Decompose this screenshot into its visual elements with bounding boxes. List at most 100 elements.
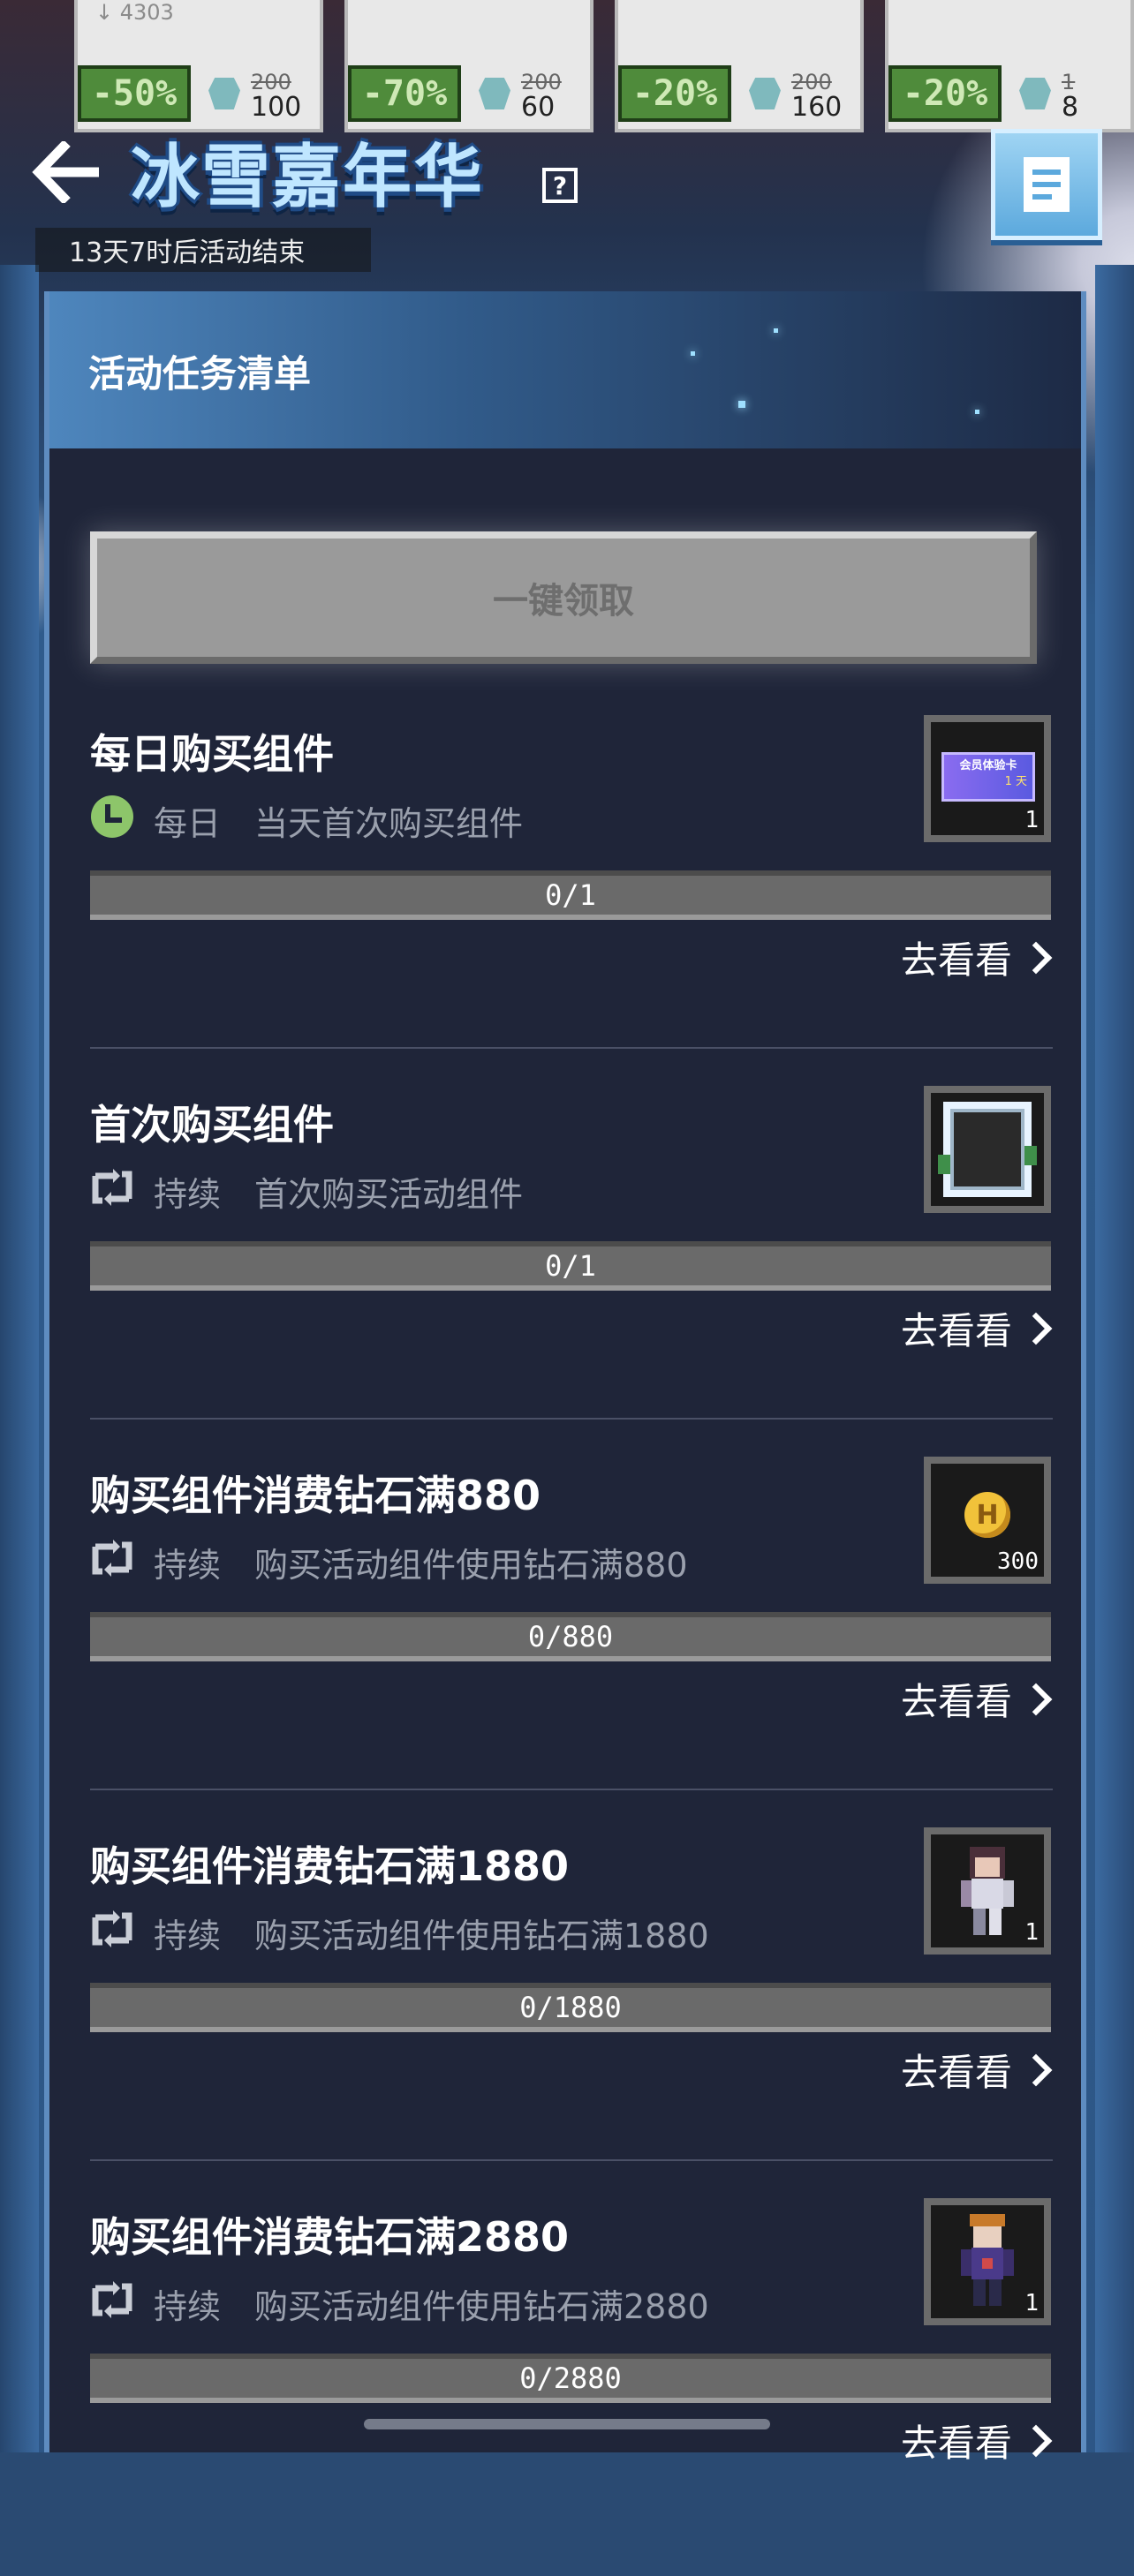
task-title: 购买组件消费钻石满1880 (90, 1842, 570, 1890)
progress-text: 0/1 (545, 878, 596, 912)
task-description: 购买活动组件使用钻石满880 (254, 1546, 688, 1585)
reward-slot[interactable]: H 300 (924, 1457, 1051, 1584)
go-view-label: 去看看 (900, 938, 1012, 982)
repeat-icon (92, 1540, 132, 1577)
daily-clock-icon (91, 795, 133, 838)
task-divider (90, 2159, 1053, 2161)
go-view-button[interactable]: 去看看 (900, 1301, 1053, 1355)
store-strip: ↓ 4303 -50% 200 100 -70% 200 60 -20% 200… (0, 0, 1134, 132)
gold-coin-icon: H (964, 1492, 1010, 1538)
reward-quantity: 1 (1024, 807, 1039, 833)
rules-document-button[interactable] (991, 129, 1102, 240)
new-price: 100 (251, 92, 302, 123)
event-title-logo: 冰雪嘉年华 (131, 138, 485, 217)
vip-card-label: 会员体验卡 (959, 759, 1017, 772)
new-price: 160 (791, 92, 843, 123)
background-strip-right (1095, 265, 1134, 2452)
sparkle-decoration (738, 401, 745, 408)
task-period: 持续 (154, 1917, 222, 1955)
task-item: 首次购买组件 持续 首次购买活动组件 0/1 去看看 (90, 1086, 1053, 1464)
diamond-icon (479, 78, 510, 109)
snow-frame-leaf (1024, 1146, 1037, 1165)
task-progress-bar: 0/880 (90, 1612, 1051, 1661)
snow-frame-leaf (938, 1155, 950, 1174)
task-description: 购买活动组件使用钻石满2880 (254, 2287, 709, 2326)
task-description: 购买活动组件使用钻石满1880 (254, 1917, 709, 1955)
task-item: 购买组件消费钻石满1880 持续 购买活动组件使用钻石满1880 1 0/188… (90, 1827, 1053, 2205)
new-price: 8 (1062, 92, 1079, 123)
task-progress-bar: 0/1 (90, 1241, 1051, 1291)
go-view-label: 去看看 (900, 2051, 1012, 2094)
home-indicator[interactable] (364, 2419, 770, 2429)
task-description: 当天首次购买组件 (254, 804, 524, 843)
task-divider (90, 1789, 1053, 1790)
task-title: 购买组件消费钻石满2880 (90, 2213, 570, 2261)
task-title: 首次购买组件 (90, 1101, 334, 1149)
repeat-icon (92, 1910, 132, 1947)
reward-slot[interactable]: 会员体验卡 1 天 1 (924, 715, 1051, 842)
repeat-icon (92, 2281, 132, 2318)
snow-frame-icon (943, 1102, 1032, 1197)
go-view-label: 去看看 (900, 1680, 1012, 1723)
store-card[interactable]: -20% 1 8 (885, 0, 1134, 132)
task-progress-bar: 0/1 (90, 870, 1051, 920)
progress-text: 0/2880 (519, 2361, 622, 2395)
price: 200 100 (251, 71, 301, 122)
old-price: 200 (521, 70, 562, 94)
store-card[interactable]: -20% 200 160 (615, 0, 864, 132)
vip-card-icon: 会员体验卡 1 天 (941, 752, 1035, 802)
chevron-right-icon (1019, 941, 1053, 974)
diamond-icon (749, 78, 781, 109)
task-divider (90, 1047, 1053, 1049)
go-view-button[interactable]: 去看看 (900, 2414, 1053, 2467)
task-item: 购买组件消费钻石满2880 持续 购买活动组件使用钻石满2880 1 0/288… (90, 2198, 1053, 2576)
task-progress-bar: 0/1880 (90, 1983, 1051, 2032)
task-divider (90, 1418, 1053, 1420)
reward-quantity: 300 (997, 1548, 1039, 1575)
old-price: 200 (791, 70, 832, 94)
discount-badge: -20% (888, 65, 1002, 122)
panel-title: 活动任务清单 (88, 352, 312, 395)
discount-badge: -20% (618, 65, 731, 122)
progress-text: 0/880 (527, 1620, 614, 1653)
task-item: 每日购买组件 每日 当天首次购买组件 会员体验卡 1 天 1 0/1 去看看 (90, 715, 1053, 1093)
vip-card-days: 1 天 (1004, 775, 1027, 788)
task-period: 持续 (154, 1175, 222, 1214)
reward-quantity: 1 (1024, 1919, 1039, 1946)
sparkle-decoration (691, 351, 695, 356)
back-arrow-icon[interactable] (32, 141, 102, 203)
coin-letter: H (976, 1499, 999, 1531)
reward-quantity: 1 (1024, 2290, 1039, 2316)
reward-slot[interactable] (924, 1086, 1051, 1213)
price: 1 8 (1062, 71, 1078, 122)
download-count: ↓ 4303 (95, 0, 174, 25)
claim-all-button[interactable]: 一键领取 (90, 531, 1037, 664)
reward-slot[interactable]: 1 (924, 1827, 1051, 1955)
go-view-button[interactable]: 去看看 (900, 1672, 1053, 1726)
task-description: 首次购买活动组件 (254, 1175, 524, 1214)
chevron-right-icon (1019, 1683, 1053, 1715)
chevron-right-icon (1019, 1312, 1053, 1344)
go-view-button[interactable]: 去看看 (900, 2043, 1053, 2097)
task-title: 购买组件消费钻石满880 (90, 1472, 541, 1519)
go-view-label: 去看看 (900, 1309, 1012, 1352)
go-view-label: 去看看 (900, 2422, 1012, 2465)
task-period: 持续 (154, 2287, 222, 2326)
old-price: 1 (1062, 70, 1076, 94)
event-countdown: 13天7时后活动结束 (35, 228, 371, 272)
help-icon[interactable]: ? (542, 168, 578, 203)
diamond-icon (1019, 78, 1051, 109)
sparkle-decoration (975, 410, 979, 414)
new-price: 60 (521, 92, 556, 123)
store-card[interactable]: ↓ 4303 -50% 200 100 (74, 0, 323, 132)
document-icon (1024, 157, 1070, 212)
go-view-button[interactable]: 去看看 (900, 930, 1053, 984)
repeat-icon (92, 1169, 132, 1206)
old-price: 200 (251, 70, 291, 94)
task-item: 购买组件消费钻石满880 持续 购买活动组件使用钻石满880 H 300 0/8… (90, 1457, 1053, 1834)
panel-header: 活动任务清单 (49, 291, 1081, 448)
progress-text: 0/1 (545, 1249, 596, 1283)
store-card[interactable]: -70% 200 60 (344, 0, 593, 132)
reward-slot[interactable]: 1 (924, 2198, 1051, 2325)
chevron-right-icon (1019, 2424, 1053, 2457)
